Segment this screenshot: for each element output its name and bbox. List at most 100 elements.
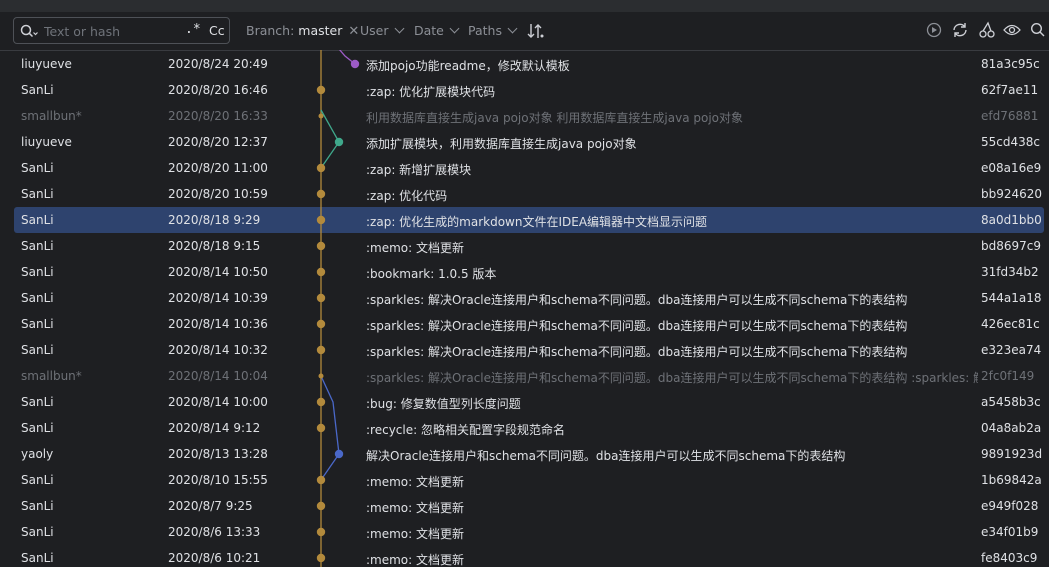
commit-message: :sparkles: 解决Oracle连接用户和schema不同问题。dba连接…: [366, 319, 908, 333]
commit-author: SanLi: [21, 499, 54, 513]
commit-message: :memo: 文档更新: [366, 475, 465, 489]
commit-author: SanLi: [21, 317, 54, 331]
commit-date: 2020/8/14 10:04: [168, 369, 268, 383]
commit-row[interactable]: SanLi 2020/8/14 10:00 :bug: 修复数值型列长度问题 a545…: [14, 389, 1044, 415]
commit-row[interactable]: SanLi 2020/8/20 16:46:zap: 优化扩展模块代码 62f7ae…: [14, 77, 1044, 103]
commit-date: 2020/8/18 9:29: [168, 213, 261, 227]
commit-author: SanLi: [21, 187, 54, 201]
commit-hash: 426ec81c: [981, 317, 1040, 331]
commit-hash: bd8697c9: [981, 239, 1042, 253]
match-case-toggle[interactable]: Cc: [209, 23, 225, 38]
commit-message: :sparkles: 解决Oracle连接用户和schema不同问题。dba连接…: [366, 293, 908, 307]
commit-date: 2020/8/6 13:33: [168, 525, 261, 539]
commit-message: :sparkles: 解决Oracle连接用户和schema不同问题。dba连接…: [366, 345, 908, 359]
commit-date: 2020/8/14 10:00: [168, 395, 268, 409]
commit-author: SanLi: [21, 343, 54, 357]
commit-author: SanLi: [21, 421, 54, 435]
commit-author: smallbun*: [21, 369, 82, 383]
commit-hash: efd76881: [981, 109, 1039, 123]
branch-filter-label: Branch:: [246, 23, 295, 38]
search-box[interactable]: .* Cc: [13, 17, 230, 44]
commit-date: 2020/8/18 9:15: [168, 239, 261, 253]
commit-date: 2020/8/13 13:28: [168, 447, 268, 461]
commit-message: :zap: 优化代码: [366, 189, 448, 203]
commit-hash: 1b69842a: [981, 473, 1042, 487]
commit-row[interactable]: SanLi 2020/8/18 9:29 :zap: 优化生成的markdown文件…: [14, 207, 1044, 233]
paths-filter-label: Paths: [468, 23, 502, 38]
commit-row[interactable]: smallbun* 2020/8/14 10:04 :sparkles: 解决Ora…: [14, 363, 1044, 389]
commit-date: 2020/8/20 16:33: [168, 109, 268, 123]
commit-author: SanLi: [21, 395, 54, 409]
commit-author: liuyueve: [21, 57, 72, 71]
commit-hash: e949f028: [981, 499, 1039, 513]
search-icon[interactable]: [20, 24, 38, 38]
commit-row[interactable]: SanLi 2020/8/14 10:39:sparkles: 解决Oracle连…: [14, 285, 1044, 311]
commit-row[interactable]: liuyueve 2020/8/20 12:37 添加扩展模块，利用数据库直接生成j…: [14, 129, 1044, 155]
sort-icon[interactable]: [526, 21, 546, 41]
search-icon[interactable]: [1030, 22, 1046, 38]
commit-hash: 9891923d: [981, 447, 1043, 461]
commit-message: :recycle: 忽略相关配置字段规范命名: [366, 423, 565, 437]
commit-author: SanLi: [21, 473, 54, 487]
commit-message: :bug: 修复数值型列长度问题: [366, 397, 521, 411]
commit-date: 2020/8/14 10:32: [168, 343, 268, 357]
commit-hash: a5458b3c: [981, 395, 1041, 409]
commit-message: :sparkles: 解决Oracle连接用户和schema不同问题。dba连接…: [366, 371, 978, 385]
commit-hash: 81a3c95c: [981, 57, 1040, 71]
commit-row[interactable]: SanLi 2020/8/10 15:55 :memo: 文档更新 1b69842a: [14, 467, 1044, 493]
eye-icon[interactable]: [1003, 23, 1021, 37]
commit-row[interactable]: SanLi 2020/8/18 9:15 :memo: 文档更新 bd8697c9: [14, 233, 1044, 259]
commit-message: :zap: 优化生成的markdown文件在IDEA编辑器中文档显示问题: [366, 215, 708, 229]
commit-author: liuyueve: [21, 135, 72, 149]
commit-row[interactable]: SanLi 2020/8/14 9:12 :recycle: 忽略相关配置字段规范命…: [14, 415, 1044, 441]
regex-toggle[interactable]: .*: [185, 22, 201, 37]
commit-author: SanLi: [21, 525, 54, 539]
commit-row[interactable]: smallbun* 2020/8/20 16:33 利用数据库直接生成java po…: [14, 103, 1044, 129]
commit-row[interactable]: SanLi 2020/8/20 10:59:zap: 优化代码 bb924620: [14, 181, 1044, 207]
commit-row[interactable]: SanLi 2020/8/6 13:33:memo: 文档更新 e34f01b9: [14, 519, 1044, 545]
commit-author: yaoly: [21, 447, 54, 461]
commit-date: 2020/8/10 15:55: [168, 473, 268, 487]
commit-row[interactable]: yaoly 2020/8/13 13:28 解决Oracle连接用户和schema不…: [14, 441, 1044, 467]
commit-list[interactable]: liuyueve 2020/8/24 20:49 添加pojo功能readme，修改…: [0, 50, 1049, 567]
commit-author: SanLi: [21, 83, 54, 97]
commit-row[interactable]: SanLi 2020/8/6 10:21:memo: 文档更新 fe8403c9: [14, 545, 1044, 567]
date-filter[interactable]: Date: [414, 23, 460, 38]
commit-hash: fe8403c9: [981, 551, 1038, 565]
commit-message: :memo: 文档更新: [366, 501, 465, 515]
branch-filter[interactable]: Branch: master ✕: [246, 23, 359, 39]
commit-row[interactable]: SanLi 2020/8/20 11:00:zap: 新增扩展模块 e08a16e9: [14, 155, 1044, 181]
date-filter-label: Date: [414, 23, 444, 38]
commit-hash: 55cd438c: [981, 135, 1040, 149]
commit-author: smallbun*: [21, 109, 82, 123]
chevron-down-icon: [394, 23, 404, 34]
go-to-commit-icon[interactable]: [926, 22, 942, 38]
search-input[interactable]: [44, 22, 174, 40]
commit-hash: e34f01b9: [981, 525, 1039, 539]
commit-author: SanLi: [21, 239, 54, 253]
commit-message: 解决Oracle连接用户和schema不同问题。dba连接用户可以生成不同sch…: [366, 449, 846, 463]
commit-message: :memo: 文档更新: [366, 241, 465, 255]
user-filter-label: User: [360, 23, 389, 38]
commit-date: 2020/8/20 16:46: [168, 83, 268, 97]
commit-author: SanLi: [21, 265, 54, 279]
paths-filter[interactable]: Paths: [468, 23, 518, 38]
commit-row[interactable]: SanLi 2020/8/14 10:36:sparkles: 解决Oracle连…: [14, 311, 1044, 337]
commit-message: 添加pojo功能readme，修改默认模板: [366, 59, 570, 73]
commit-date: 2020/8/14 9:12: [168, 421, 261, 435]
log-toolbar: .* Cc Branch: master ✕ User Date Paths: [0, 12, 1049, 51]
commit-hash: e323ea74: [981, 343, 1042, 357]
commit-date: 2020/8/7 9:25: [168, 499, 253, 513]
commit-row[interactable]: SanLi 2020/8/14 10:32 :sparkles: 解决Oracle连…: [14, 337, 1044, 363]
user-filter[interactable]: User: [360, 23, 404, 38]
commit-message: :zap: 新增扩展模块: [366, 163, 472, 177]
refresh-icon[interactable]: [951, 22, 969, 38]
commit-row[interactable]: SanLi 2020/8/14 10:50:bookmark: 1.0.5 版本 3…: [14, 259, 1044, 285]
commit-row[interactable]: liuyueve 2020/8/24 20:49 添加pojo功能readme，修改…: [14, 51, 1044, 77]
cherry-pick-icon[interactable]: [978, 21, 996, 39]
clear-branch-icon[interactable]: ✕: [348, 24, 359, 39]
commit-row[interactable]: SanLi 2020/8/7 9:25 :memo: 文档更新 e949f028: [14, 493, 1044, 519]
commit-message: :bookmark: 1.0.5 版本: [366, 267, 497, 281]
commit-author: SanLi: [21, 213, 54, 227]
commit-message: :memo: 文档更新: [366, 553, 465, 567]
